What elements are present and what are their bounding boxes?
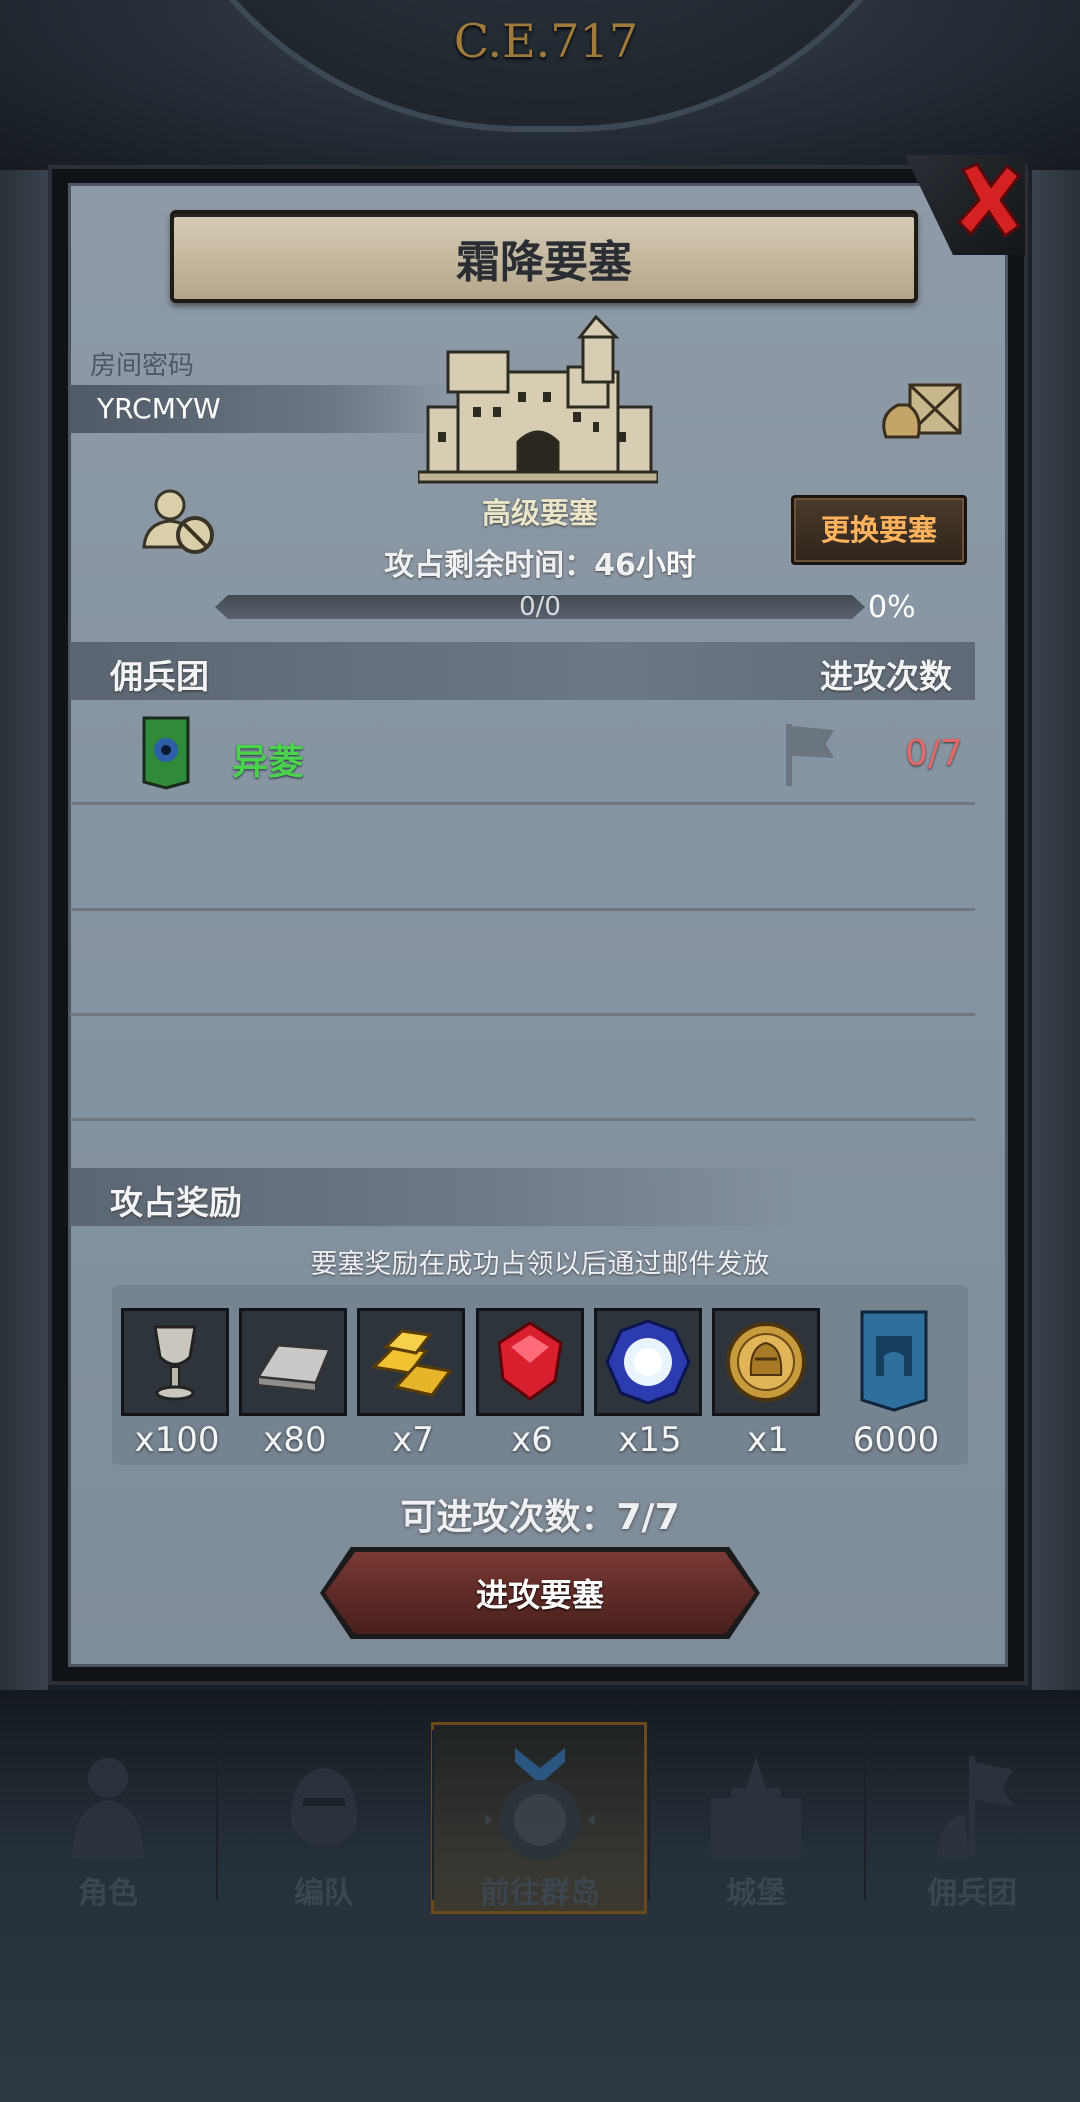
time-remaining-unit: 小时 [635,548,696,583]
progress-percent: 0% [868,590,916,625]
reward-quantity: x1 [747,1420,789,1460]
reward-quantity: x100 [134,1420,220,1460]
nav-label: 佣兵团 [927,1876,1017,1911]
row-divider [70,1118,975,1121]
mercenary-banner-icon [142,716,190,790]
available-attacks: 可进攻次数：7/7 [400,1497,680,1538]
attack-fortress-label[interactable]: 进攻要塞 [325,1570,755,1616]
reward-slot[interactable] [357,1308,465,1416]
reward-quantity: x7 [392,1420,434,1460]
resource-bag-icon[interactable] [878,375,968,445]
row-divider [70,908,975,911]
room-code-value: YRCMYW [97,392,221,425]
chalice-icon [153,1325,197,1401]
knight-coin-icon [726,1322,806,1402]
close-icon[interactable] [955,160,1025,240]
top-backdrop: C.E.717 [0,0,1080,170]
row-divider [70,1013,975,1016]
title-banner: 霜降要塞 [170,210,918,303]
mercenary-attack-count: 0/7 [905,733,963,774]
nav-tab-mercenaries[interactable]: 佣兵团 [864,1718,1080,1918]
era-dial: C.E.717 [130,0,962,132]
reward-slot[interactable] [121,1308,229,1416]
modal-title: 霜降要塞 [456,237,632,288]
attack-count-header: 进攻次数 [820,657,952,696]
room-code-label: 房间密码 [90,351,195,381]
nav-tab-character[interactable]: 角色 [0,1718,216,1918]
mercenary-name[interactable]: 异菱 [232,733,304,785]
reward-slot[interactable] [594,1308,702,1416]
rewards-header: 攻占奖励 [110,1183,242,1222]
nav-label: 编队 [294,1876,354,1911]
iron-ingot-icon [255,1343,333,1393]
time-remaining: 攻占剩余时间：46小时 [0,540,1080,584]
progress-count: 0/0 [519,592,561,622]
reward-quantity: x6 [511,1420,553,1460]
right-backdrop [1032,170,1080,1690]
compass-icon [485,1748,595,1860]
helmet-icon [290,1768,358,1844]
reward-quantity: x15 [618,1420,682,1460]
row-divider [70,802,975,805]
era-label: C.E.717 [453,14,639,68]
reward-quantity: 6000 [852,1420,940,1460]
reward-slot[interactable] [239,1308,347,1416]
reward-slot[interactable] [476,1308,584,1416]
knight-icon [72,1758,144,1858]
time-remaining-value: 攻占剩余时间：46 [384,548,636,583]
nav-label: 前往群岛 [480,1876,600,1911]
mercenary-icon [937,1756,1013,1858]
gold-bars-icon [370,1329,453,1397]
attack-flag-icon [786,724,834,786]
blue-crystal-icon [605,1319,691,1405]
bottom-nav: 角色 编队 前往群岛 城堡 佣兵团 [0,1718,1080,1918]
nav-tab-islands[interactable]: 前往群岛 [432,1718,648,1918]
fortress-castle-icon [418,314,658,484]
nav-label: 角色 [78,1876,138,1911]
left-backdrop [0,170,48,1690]
ruby-icon [497,1321,563,1401]
nav-tab-formation[interactable]: 编队 [216,1718,432,1918]
mercenaries-header: 佣兵团 [110,657,209,696]
reward-slot[interactable] [712,1308,820,1416]
castle-icon [711,1758,801,1858]
reward-quantity: x80 [263,1420,327,1460]
nav-label: 城堡 [726,1876,786,1911]
nav-tab-castle[interactable]: 城堡 [648,1718,864,1918]
rewards-note: 要塞奖励在成功占领以后通过邮件发放 [310,1249,770,1280]
fortress-banner-icon[interactable] [860,1310,928,1412]
